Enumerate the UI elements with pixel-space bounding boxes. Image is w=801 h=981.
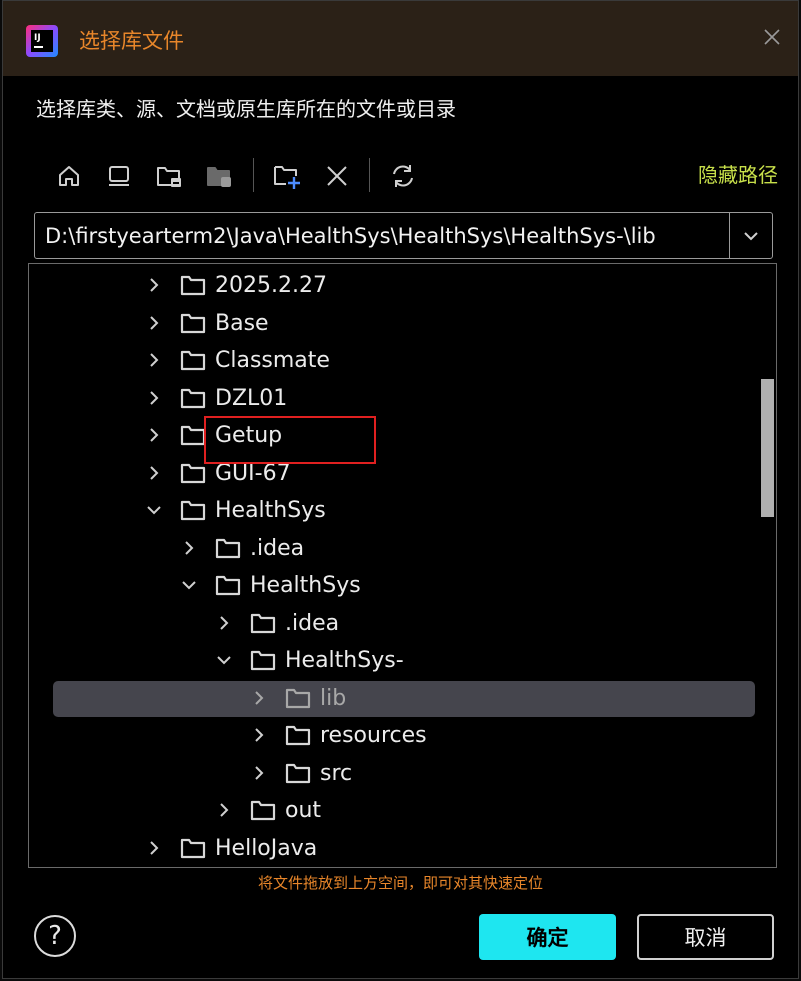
tree-item-label: resources: [320, 723, 427, 748]
drag-drop-hint: 将文件拖放到上方空间，即可对其快速定位: [257, 874, 543, 892]
delete-button[interactable]: [319, 156, 355, 196]
folder-icon: [180, 388, 206, 408]
chevron-down-icon[interactable]: [215, 651, 233, 669]
tree-item-label: HelloJava: [215, 835, 318, 861]
folder-icon: [180, 275, 206, 296]
tree-item-label: lib: [320, 685, 347, 711]
title-bar: IJ 选择库文件: [3, 1, 798, 76]
chevron-right-icon[interactable]: [145, 389, 163, 407]
cancel-button[interactable]: 取消: [637, 914, 774, 960]
chevron-down-icon: [744, 231, 758, 240]
module-folder-icon: [207, 167, 231, 187]
chevron-down-icon[interactable]: [180, 576, 198, 594]
new-folder-icon: [274, 166, 300, 189]
tree-item-label: HealthSys: [215, 498, 326, 523]
svg-text:IJ: IJ: [34, 33, 41, 43]
hide-path-link[interactable]: 隐藏路径: [698, 160, 778, 190]
chevron-down-icon[interactable]: [145, 501, 163, 519]
chevron-right-icon[interactable]: [145, 314, 163, 332]
folder-icon: [250, 613, 276, 633]
folder-icon: [180, 838, 206, 858]
path-combobox[interactable]: [34, 212, 773, 259]
file-tree[interactable]: 2025.2.27 Base Classmate DZL01 Getup GUI-67 He…: [28, 263, 777, 868]
toolbar: 隐藏路径: [51, 156, 778, 196]
tree-item-label: .idea: [250, 535, 305, 561]
chevron-right-icon[interactable]: [180, 539, 198, 557]
ok-button[interactable]: 确定: [479, 914, 616, 960]
close-icon[interactable]: [760, 25, 784, 49]
folder-icon: [215, 538, 241, 558]
dialog-title: 选择库文件: [79, 29, 184, 53]
chevron-right-icon[interactable]: [250, 689, 268, 707]
toolbar-separator: [253, 158, 254, 192]
tree-item-label: DZL01: [215, 385, 288, 411]
tree-item-label: .idea: [285, 610, 340, 636]
chevron-right-icon[interactable]: [250, 764, 268, 782]
chevron-right-icon[interactable]: [145, 839, 163, 857]
chevron-right-icon[interactable]: [145, 426, 163, 444]
tree-row[interactable]: HelloJava: [29, 830, 776, 867]
tree-row[interactable]: Getup: [29, 417, 776, 454]
chevron-right-icon[interactable]: [145, 464, 163, 482]
toolbar-separator: [369, 158, 370, 192]
folder-icon: [250, 800, 276, 821]
annotation-highlight-box: [204, 416, 376, 464]
tree-row[interactable]: GUI-67: [29, 455, 776, 492]
library-file-dialog: IJ 选择库文件 选择库类、源、文档或原生库所在的文件或目录 隐藏路径 D:\f…: [2, 0, 799, 979]
chevron-right-icon[interactable]: [215, 801, 233, 819]
tree-row[interactable]: lib: [29, 680, 776, 717]
tree-item-label: src: [320, 760, 353, 786]
selection-highlight: [53, 680, 755, 717]
chevron-right-icon[interactable]: [250, 726, 268, 744]
path-input[interactable]: [35, 213, 729, 258]
folder-icon: [215, 575, 241, 596]
folder-icon: [180, 350, 206, 371]
tree-row[interactable]: DZL01: [29, 380, 776, 417]
help-button[interactable]: ?: [34, 915, 76, 957]
tree-item-label: out: [285, 798, 322, 823]
folder-icon: [285, 763, 311, 783]
folder-icon: [250, 650, 276, 671]
folder-icon: [285, 688, 311, 708]
home-icon: [59, 166, 79, 186]
tree-row[interactable]: HealthSys: [29, 492, 776, 529]
tree-row[interactable]: src: [29, 755, 776, 792]
refresh-icon: [393, 165, 413, 187]
folder-icon: [180, 463, 206, 483]
dialog-description: 选择库类、源、文档或原生库所在的文件或目录: [36, 97, 456, 121]
tree-row[interactable]: 2025.2.27: [29, 267, 776, 304]
tree-row[interactable]: .idea: [29, 530, 776, 567]
desktop-button[interactable]: [101, 156, 137, 196]
tree-row[interactable]: Base: [29, 305, 776, 342]
delete-icon: [327, 166, 347, 186]
tree-item-label: HealthSys-: [285, 648, 404, 673]
chevron-right-icon[interactable]: [215, 614, 233, 632]
tree-row[interactable]: HealthSys: [29, 567, 776, 604]
desktop-icon: [109, 166, 129, 186]
tree-row[interactable]: HealthSys-: [29, 642, 776, 679]
tree-row[interactable]: resources: [29, 717, 776, 754]
folder-icon: [180, 313, 206, 333]
tree-scrollbar[interactable]: [761, 379, 774, 517]
tree-row[interactable]: Classmate: [29, 342, 776, 379]
tree-item-label: 2025.2.27: [215, 273, 327, 298]
folder-icon: [285, 725, 311, 746]
refresh-button[interactable]: [385, 156, 421, 196]
tree-item-label: Classmate: [215, 348, 330, 373]
folder-icon: [180, 500, 206, 521]
tree-item-label: HealthSys: [250, 573, 361, 598]
module-button[interactable]: [201, 156, 237, 196]
tree-row[interactable]: out: [29, 792, 776, 829]
path-dropdown-button[interactable]: [729, 213, 772, 258]
folder-icon: [180, 425, 206, 446]
intellij-logo-icon: IJ: [26, 25, 58, 57]
project-folder-icon: [157, 167, 181, 187]
chevron-right-icon[interactable]: [145, 351, 163, 369]
tree-item-label: Base: [215, 310, 269, 336]
new-folder-button[interactable]: [269, 156, 305, 196]
tree-row[interactable]: .idea: [29, 605, 776, 642]
home-button[interactable]: [51, 156, 87, 196]
chevron-right-icon[interactable]: [145, 276, 163, 294]
project-button[interactable]: [151, 156, 187, 196]
